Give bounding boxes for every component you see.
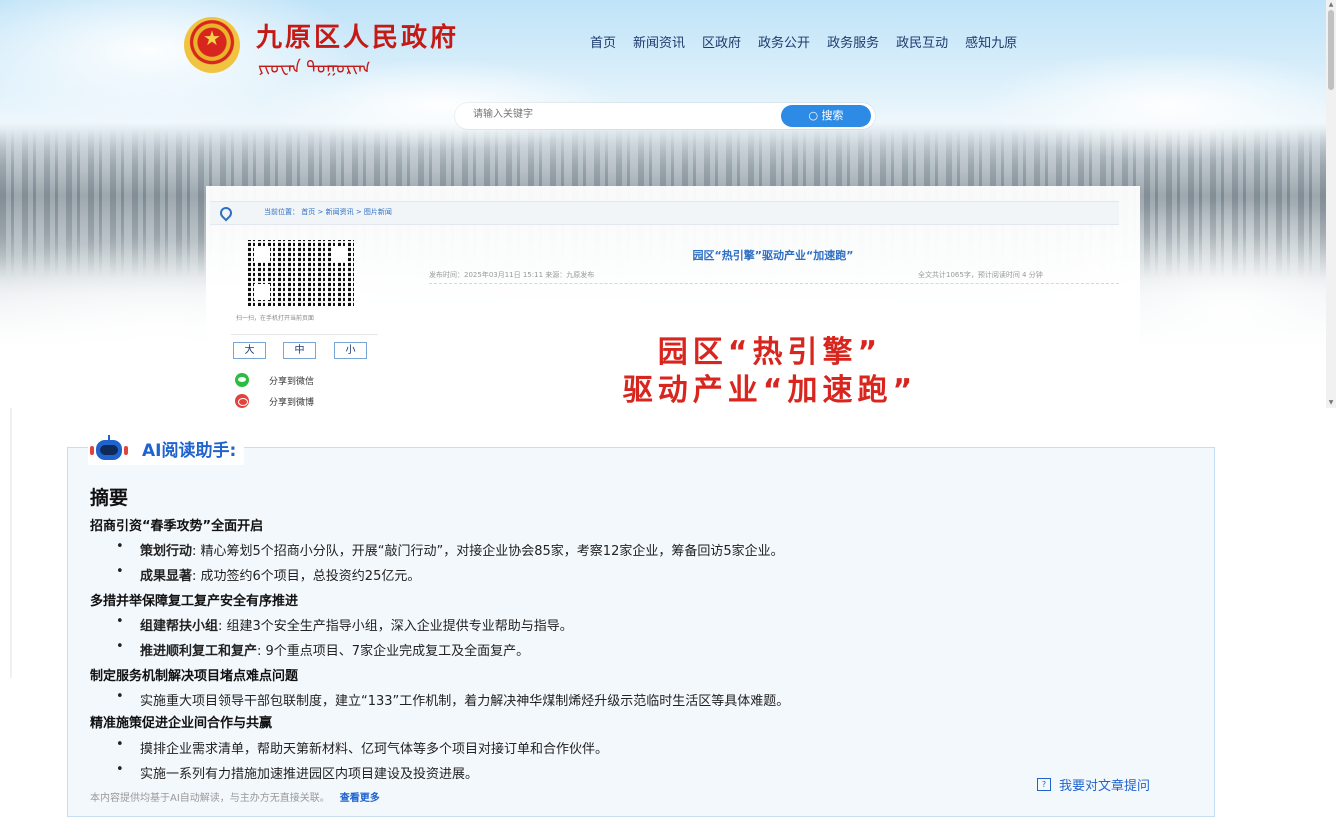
list-item: 成果显著: 成功签约6个项目，总投资约25亿元。	[116, 564, 420, 584]
breadcrumb-separator: >	[355, 208, 362, 216]
share-weibo-label: 分享到微博	[269, 397, 315, 408]
list-item: 实施一系列有力措施加速推进园区内项目建设及投资进展。	[116, 762, 478, 782]
location-pin-icon	[217, 204, 235, 222]
breadcrumb-prefix: 当前位置：	[264, 208, 299, 216]
breadcrumb-news[interactable]: 新闻资讯	[326, 208, 354, 216]
list-item: 策划行动: 精心筹划5个招商小分队，开展“敲门行动”，对接企业协会85家，考察1…	[116, 539, 784, 559]
search-button-label: 搜索	[821, 109, 844, 122]
section-heading: 精准施策促进企业间合作与共赢	[90, 716, 273, 731]
national-emblem-logo	[184, 17, 240, 73]
section-heading: 制定服务机制解决项目堵点难点问题	[90, 669, 299, 684]
font-size-large-button[interactable]: 大	[233, 342, 266, 359]
site-title-mongolian: ᠶᠢᠦᠸᠠᠨ ᠳᠣᠭᠣᠷᠢᠭ	[258, 58, 371, 78]
scroll-down-arrow-icon[interactable]: ▼	[1326, 398, 1336, 407]
divider	[429, 283, 1119, 285]
breadcrumb-separator: >	[317, 208, 324, 216]
font-size-small-button[interactable]: 小	[334, 342, 367, 359]
ai-assistant-title: AI阅读助手:	[142, 440, 237, 461]
magnifier-icon: ○	[808, 109, 822, 122]
scrollbar-thumb[interactable]	[1328, 10, 1334, 90]
article-word-count: 全文共计1065字，预计阅读时间 4 分钟	[918, 271, 1043, 279]
search-bar: ○ 搜索	[455, 103, 875, 129]
view-more-link[interactable]: 查看更多	[340, 793, 380, 804]
article-publish-info: 发布时间：2025年03月11日 15:11 来源：九原发布	[429, 271, 595, 279]
breadcrumb: 当前位置： 首页 > 新闻资讯 > 图片新闻	[210, 201, 1119, 225]
robot-icon	[88, 435, 130, 461]
breadcrumb-home[interactable]: 首页	[301, 208, 315, 216]
share-weibo-link[interactable]: 分享到微博	[235, 394, 314, 408]
nav-item-about-jiuyuan[interactable]: 感知九原	[965, 32, 1017, 51]
wechat-icon	[235, 373, 249, 387]
summary-heading: 摘要	[90, 487, 129, 509]
divider	[10, 408, 12, 678]
ask-question-button[interactable]: ? 我要对文章提问	[1037, 775, 1150, 794]
header-banner: 九原区人民政府 ᠶᠢᠦᠸᠠᠨ ᠳᠣᠭᠣᠷᠢᠭ 首页 新闻资讯 区政府 政务公开 …	[0, 0, 1326, 408]
nav-item-gov-affairs[interactable]: 政务公开	[758, 32, 810, 51]
scroll-up-arrow-icon[interactable]: ▲	[1326, 0, 1336, 9]
nav-item-district-gov[interactable]: 区政府	[702, 32, 741, 51]
ask-question-label: 我要对文章提问	[1059, 779, 1151, 794]
edit-question-icon: ?	[1037, 778, 1051, 791]
divider	[231, 334, 378, 335]
share-wechat-link[interactable]: 分享到微信	[235, 373, 314, 387]
section-heading: 多措并举保障复工复产安全有序推进	[90, 594, 299, 609]
list-item: 组建帮扶小组: 组建3个安全生产指导小组，深入企业提供专业帮助与指导。	[116, 614, 573, 634]
list-item: 摸排企业需求清单，帮助天第新材料、亿珂气体等多个项目对接订单和合作伙伴。	[116, 737, 608, 757]
article-title: 园区“热引擎”驱动产业“加速跑”	[692, 249, 854, 262]
ai-assistant-header: AI阅读助手:	[88, 431, 245, 465]
list-item: 推进顺利复工和复产: 9个重点项目、7家企业完成复工及全面复产。	[116, 639, 529, 659]
nav-item-home[interactable]: 首页	[590, 32, 616, 51]
list-item: 实施重大项目领导干部包联制度，建立“133”工作机制，着力解决神华煤制烯烃升级示…	[116, 689, 789, 709]
search-input[interactable]	[471, 108, 775, 121]
article-banner-line-2: 驱动产业“加速跑”	[622, 373, 918, 408]
qr-caption: 扫一扫，在手机打开当前页面	[236, 315, 315, 322]
main-nav: 首页 新闻资讯 区政府 政务公开 政务服务 政民互动 感知九原	[590, 32, 1034, 51]
share-wechat-label: 分享到微信	[269, 376, 315, 387]
search-button[interactable]: ○ 搜索	[781, 105, 871, 127]
ai-disclaimer-text: 本内容提供均基于AI自动解读，与主办方无直接关联。	[90, 793, 330, 804]
ai-disclaimer: 本内容提供均基于AI自动解读，与主办方无直接关联。 查看更多	[90, 789, 380, 804]
section-heading: 招商引资“春季攻势”全面开启	[90, 519, 264, 534]
nav-item-news[interactable]: 新闻资讯	[633, 32, 685, 51]
qr-code-image	[248, 240, 354, 306]
weibo-icon	[235, 394, 249, 408]
breadcrumb-photo-news[interactable]: 图片新闻	[364, 208, 392, 216]
font-size-medium-button[interactable]: 中	[283, 342, 316, 359]
nav-item-interaction[interactable]: 政民互动	[896, 32, 948, 51]
nav-item-gov-services[interactable]: 政务服务	[827, 32, 879, 51]
